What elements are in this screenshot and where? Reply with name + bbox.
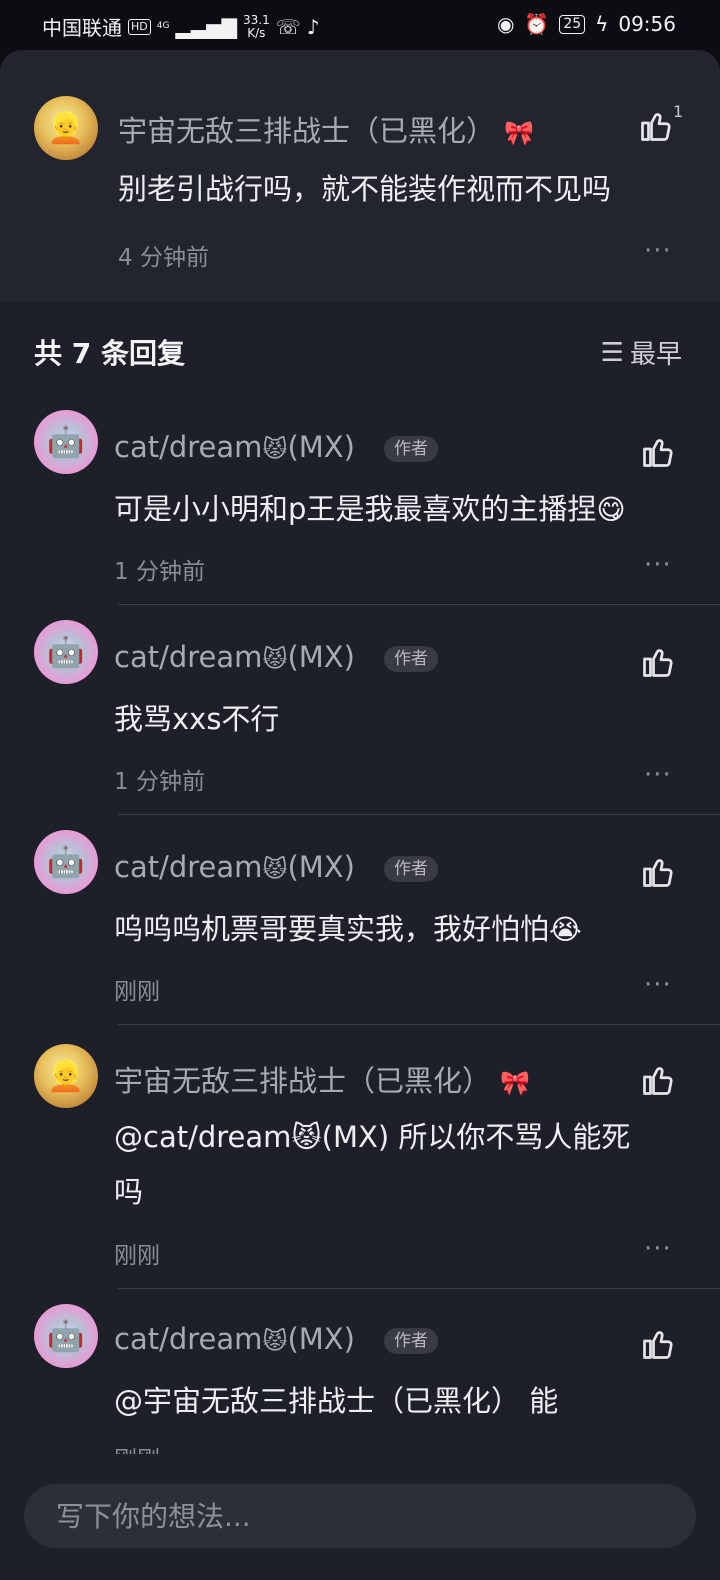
replies-count: 共 7 条回复 xyxy=(34,337,185,370)
comment-text: 别老引战行吗，就不能装作视而不见吗 xyxy=(118,172,612,206)
eye-icon: ◉ xyxy=(496,12,515,36)
net-speed-unit: K/s xyxy=(247,25,266,40)
network-label: 4G xyxy=(156,21,170,31)
avatar[interactable]: 🤖 xyxy=(34,830,98,894)
avatar[interactable]: 🤖 xyxy=(34,620,98,684)
comment-input[interactable] xyxy=(24,1484,696,1548)
cat-emoji-icon: 😾 xyxy=(262,1327,288,1355)
cat-emoji-icon: 😾 xyxy=(262,855,288,883)
like-button[interactable] xyxy=(638,108,674,144)
net-speed: 33.1 K/s xyxy=(242,12,270,40)
reply-text: @cat/dream😾(MX) 所以你不骂人能死 吗 xyxy=(114,1110,630,1220)
reply-text: 可是小小明和p王是我最喜欢的主播捏😋 xyxy=(114,482,626,537)
like-button[interactable] xyxy=(640,644,676,680)
divider xyxy=(118,604,720,605)
username-text: cat/dream xyxy=(114,850,263,884)
status-bar: 中国联通 HD 4G ▂▃▅▇ 33.1 K/s ☏ ♪ ◉ ⏰ 25 ϟ 09… xyxy=(0,0,720,50)
author-badge: 作者 xyxy=(384,856,438,882)
parent-comment: 👱 宇宙无敌三排战士（已黑化） 🎀 1 别老引战行吗，就不能装作视而不见吗 4 … xyxy=(0,50,720,302)
reply-text-content: 呜呜呜机票哥要真实我，我好怕怕 xyxy=(114,912,550,946)
thumbs-up-icon xyxy=(643,1067,673,1095)
username[interactable]: 宇宙无敌三排战士（已黑化） 🎀 xyxy=(114,1058,530,1100)
yum-emoji-icon: 😋 xyxy=(596,493,626,526)
status-left: 中国联通 HD 4G ▂▃▅▇ 33.1 K/s ☏ ♪ xyxy=(42,12,319,41)
cat-emoji-icon: 😾 xyxy=(262,435,288,463)
username-suffix: (MX) xyxy=(287,640,355,674)
reply-text: 呜呜呜机票哥要真实我，我好怕怕😭 xyxy=(114,902,582,957)
username-suffix: (MX) xyxy=(287,1322,355,1356)
battery-level: 25 xyxy=(563,15,582,32)
net-speed-value: 33.1 xyxy=(242,12,270,27)
thumbs-up-icon xyxy=(641,113,671,141)
charging-icon: ϟ xyxy=(595,12,609,36)
carrier-label: 中国联通 xyxy=(42,16,122,40)
comment-time: 4 分钟前 xyxy=(118,245,209,271)
reply-time: 刚刚 xyxy=(114,1440,160,1454)
username-suffix: (MX) xyxy=(287,850,355,884)
more-dots-icon[interactable]: ··· xyxy=(644,236,672,266)
like-button[interactable] xyxy=(640,854,676,890)
more-dots-icon[interactable]: ··· xyxy=(644,760,672,790)
divider xyxy=(118,1024,720,1025)
status-right: ◉ ⏰ 25 ϟ 09:56 xyxy=(497,12,676,36)
comment-sheet: 👱 宇宙无敌三排战士（已黑化） 🎀 1 别老引战行吗，就不能装作视而不见吗 4 … xyxy=(0,50,720,1580)
reply-text: @宇宙无敌三排战士（已黑化） 能 xyxy=(114,1384,559,1418)
reply-time: 1 分钟前 xyxy=(114,559,205,585)
reply-time: 刚刚 xyxy=(114,1243,160,1269)
comment-input-bar xyxy=(0,1460,720,1580)
username-suffix: (MX) xyxy=(287,430,355,464)
hd-badge: HD xyxy=(128,18,151,35)
thumbs-up-icon xyxy=(643,439,673,467)
username-text: 宇宙无敌三排战士（已黑化） xyxy=(118,114,496,148)
like-button[interactable] xyxy=(640,1062,676,1098)
username[interactable]: 宇宙无敌三排战士（已黑化） 🎀 xyxy=(118,108,534,150)
more-dots-icon[interactable]: ··· xyxy=(644,1234,672,1264)
username-text: 宇宙无敌三排战士（已黑化） xyxy=(114,1064,492,1098)
clock: 09:56 xyxy=(618,12,676,36)
user-badge-icon: 🎀 xyxy=(504,119,535,147)
avatar[interactable]: 🤖 xyxy=(34,410,98,474)
avatar[interactable]: 👱 xyxy=(34,96,98,160)
thumbs-up-icon xyxy=(643,859,673,887)
username[interactable]: cat/dream😾(MX) xyxy=(114,1322,355,1356)
network-icon: 4G xyxy=(157,22,170,31)
reply-text: 我骂xxs不行 xyxy=(114,702,280,736)
more-dots-icon[interactable]: ··· xyxy=(644,970,672,1000)
username[interactable]: cat/dream😾(MX) xyxy=(114,640,355,674)
battery-icon: 25 xyxy=(559,14,586,34)
divider xyxy=(118,814,720,815)
signal-icon: ▂▃▅▇ xyxy=(175,14,237,39)
author-badge: 作者 xyxy=(384,436,438,462)
reply-time: 刚刚 xyxy=(114,979,160,1005)
reply-text-line: @cat/dream😾(MX) 所以你不骂人能死 xyxy=(114,1120,631,1154)
avatar[interactable]: 👱 xyxy=(34,1044,98,1108)
like-button[interactable] xyxy=(640,1326,676,1362)
username-text: cat/dream xyxy=(114,1322,263,1356)
user-badge-icon: 🎀 xyxy=(500,1069,531,1097)
thumbs-up-icon xyxy=(643,1331,673,1359)
divider xyxy=(118,1288,720,1289)
username-text: cat/dream xyxy=(114,640,263,674)
crying-emoji-icon: 😭 xyxy=(549,913,582,946)
like-button[interactable] xyxy=(640,434,676,470)
sort-button[interactable]: ☰ 最早 xyxy=(601,334,682,371)
username[interactable]: cat/dream😾(MX) xyxy=(114,430,355,464)
reply-text-line: 吗 xyxy=(114,1175,144,1209)
author-badge: 作者 xyxy=(384,1328,438,1354)
sort-icon: ☰ xyxy=(600,337,624,368)
username-text: cat/dream xyxy=(114,430,263,464)
cat-emoji-icon: 😾 xyxy=(262,645,288,673)
alarm-icon: ⏰ xyxy=(524,12,550,36)
reply-text-content: 可是小小明和p王是我最喜欢的主播捏 xyxy=(114,492,597,526)
author-badge: 作者 xyxy=(384,646,438,672)
missed-call-icon: ☏ xyxy=(275,14,301,39)
reply-time: 1 分钟前 xyxy=(114,769,205,795)
more-dots-icon[interactable]: ··· xyxy=(644,550,672,580)
thumbs-up-icon xyxy=(643,649,673,677)
like-count: 1 xyxy=(673,102,684,121)
username[interactable]: cat/dream😾(MX) xyxy=(114,850,355,884)
avatar[interactable]: 🤖 xyxy=(34,1304,98,1368)
sort-label: 最早 xyxy=(629,340,682,370)
tiktok-icon: ♪ xyxy=(306,14,320,39)
